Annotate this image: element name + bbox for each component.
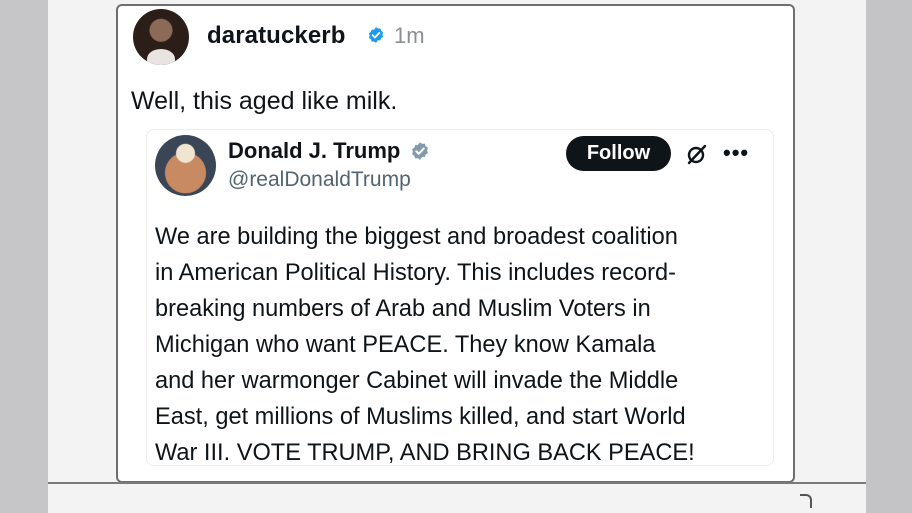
divider xyxy=(48,482,866,484)
left-background xyxy=(0,0,48,513)
quoted-post-line: War III. VOTE TRUMP, AND BRING BACK PEAC… xyxy=(155,440,695,466)
author-username[interactable]: daratuckerb xyxy=(207,22,346,50)
quoted-post-line: East, get millions of Muslims killed, an… xyxy=(155,404,686,430)
post-timestamp: 1m xyxy=(394,23,425,48)
more-options-icon[interactable]: ••• xyxy=(723,140,749,166)
divider-hook xyxy=(800,494,812,508)
quoted-author-avatar[interactable] xyxy=(155,135,216,196)
post-text: Well, this aged like milk. xyxy=(131,87,398,115)
quoted-post-line: breaking numbers of Arab and Muslim Vote… xyxy=(155,296,651,322)
verified-badge-icon xyxy=(412,142,428,160)
quoted-author-handle[interactable]: @realDonaldTrump xyxy=(228,168,411,192)
author-avatar[interactable] xyxy=(133,9,189,65)
verified-badge-icon xyxy=(368,27,384,43)
quoted-post-line: Michigan who want PEACE. They know Kamal… xyxy=(155,332,656,358)
grok-icon[interactable] xyxy=(685,142,709,166)
quoted-post-text: We are building the biggest and broadest… xyxy=(155,219,765,471)
quoted-post-line: We are building the biggest and broadest… xyxy=(155,224,678,250)
quoted-post-line: and her warmonger Cabinet will invade th… xyxy=(155,368,679,394)
right-background xyxy=(866,0,912,513)
quoted-post-line: in American Political History. This incl… xyxy=(155,260,676,286)
follow-button[interactable]: Follow xyxy=(566,136,671,171)
quoted-author-name[interactable]: Donald J. Trump xyxy=(228,138,400,164)
